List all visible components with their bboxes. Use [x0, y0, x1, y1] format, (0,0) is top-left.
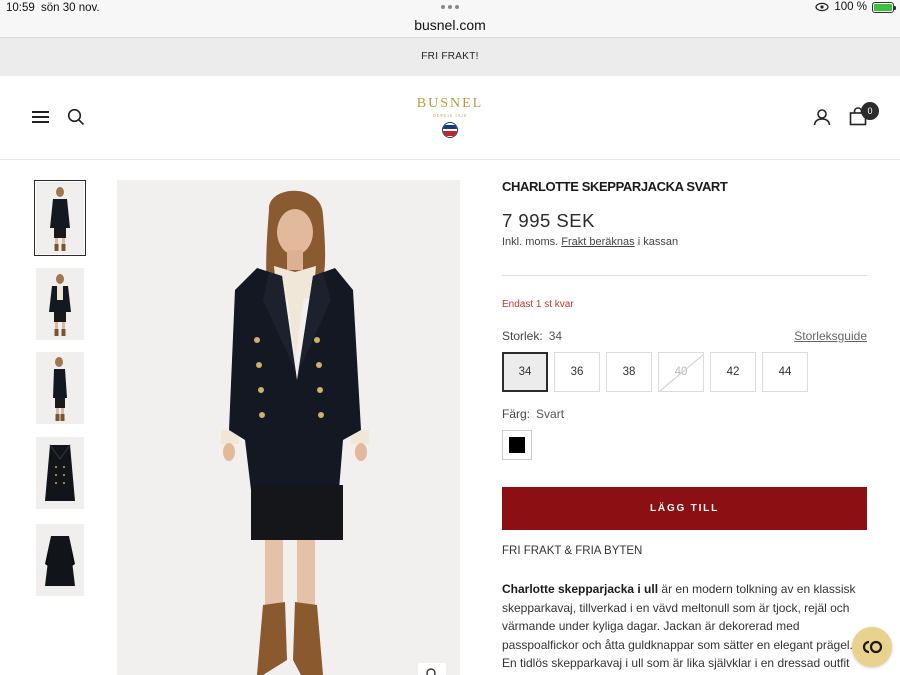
selected-color-value: Svart: [536, 407, 565, 421]
model-photo: [117, 180, 460, 675]
more-dots-icon[interactable]: [441, 5, 459, 9]
thumbnail-image: [53, 357, 67, 421]
zoom-button[interactable]: [418, 663, 446, 675]
color-swatch-black[interactable]: [502, 430, 532, 460]
logo-wordmark: BUSNEL: [416, 96, 484, 111]
size-option[interactable]: 36: [554, 352, 600, 392]
thumbnail-image: [45, 444, 75, 501]
logo-subtext: DEPUIS 1920: [432, 113, 467, 118]
address-bar-url[interactable]: busnel.com: [0, 17, 900, 33]
product-thumbnail[interactable]: [36, 437, 84, 509]
status-date: sön 30 nov.: [41, 2, 100, 14]
product-main-image[interactable]: [117, 180, 460, 675]
stock-notice: Endast 1 st kvar: [502, 299, 574, 310]
tax-suffix: i kassan: [634, 236, 679, 248]
shipping-calc-link[interactable]: Frakt beräknas: [561, 236, 634, 248]
cart-count-badge: 0: [861, 102, 879, 120]
menu-icon[interactable]: [32, 110, 50, 124]
site-header: BUSNEL DEPUIS 1920 0: [0, 76, 900, 160]
size-label: Storlek: 34: [502, 329, 562, 343]
product-thumbnail[interactable]: [36, 524, 84, 596]
size-option[interactable]: 40: [658, 352, 704, 392]
size-guide-link[interactable]: Storleksguide: [794, 329, 867, 343]
free-shipping-note: FRI FRAKT & FRIA BYTEN: [502, 545, 643, 557]
battery-percent: 100 %: [834, 1, 867, 13]
product-thumbnail[interactable]: [36, 268, 84, 340]
product-description: Charlotte skepparjacka i ull är en moder…: [502, 580, 862, 673]
description-bold: Charlotte skepparjacka i ull: [502, 582, 659, 596]
announcement-bar: FRI FRAKT!: [0, 38, 900, 76]
size-option[interactable]: 42: [710, 352, 756, 392]
divider: [502, 275, 867, 276]
size-label-text: Storlek:: [502, 329, 543, 343]
chat-button[interactable]: [852, 627, 892, 667]
status-time: 10:59: [6, 2, 35, 14]
color-label: Färg: Svart: [502, 407, 564, 421]
color-label-text: Färg:: [502, 407, 531, 421]
size-selector: 34 36 38 40 42 44: [502, 352, 808, 392]
search-icon[interactable]: [67, 108, 85, 126]
product-thumbnail[interactable]: [34, 180, 86, 256]
product-price: 7 995 SEK: [502, 210, 595, 231]
chat-icon: [862, 640, 883, 654]
thumbnail-image: [49, 274, 71, 336]
swatch-fill: [509, 437, 525, 453]
thumbnail-image: [50, 187, 70, 251]
site-logo[interactable]: BUSNEL DEPUIS 1920: [400, 96, 500, 138]
tax-shipping-note: Inkl. moms. Frakt beräknas i kassan: [502, 236, 678, 248]
account-icon[interactable]: [813, 108, 831, 126]
browser-status-bar: 10:59 sön 30 nov. busnel.com 100 %: [0, 0, 900, 38]
zoom-icon: [426, 668, 436, 675]
size-option[interactable]: 38: [606, 352, 652, 392]
eye-icon: [815, 2, 829, 12]
selected-size-value: 34: [548, 329, 563, 343]
tax-prefix: Inkl. moms.: [502, 236, 562, 248]
battery-icon: [872, 1, 896, 13]
add-to-cart-button[interactable]: LÄGG TILL: [502, 487, 867, 530]
status-right: 100 %: [815, 1, 896, 13]
size-option[interactable]: 34: [502, 352, 548, 392]
product-title: CHARLOTTE SKEPPARJACKA SVART: [502, 179, 728, 194]
product-thumbnail[interactable]: [36, 352, 84, 424]
thumbnail-image: [45, 536, 75, 586]
size-option[interactable]: 44: [762, 352, 808, 392]
logo-seal-icon: [442, 122, 458, 138]
